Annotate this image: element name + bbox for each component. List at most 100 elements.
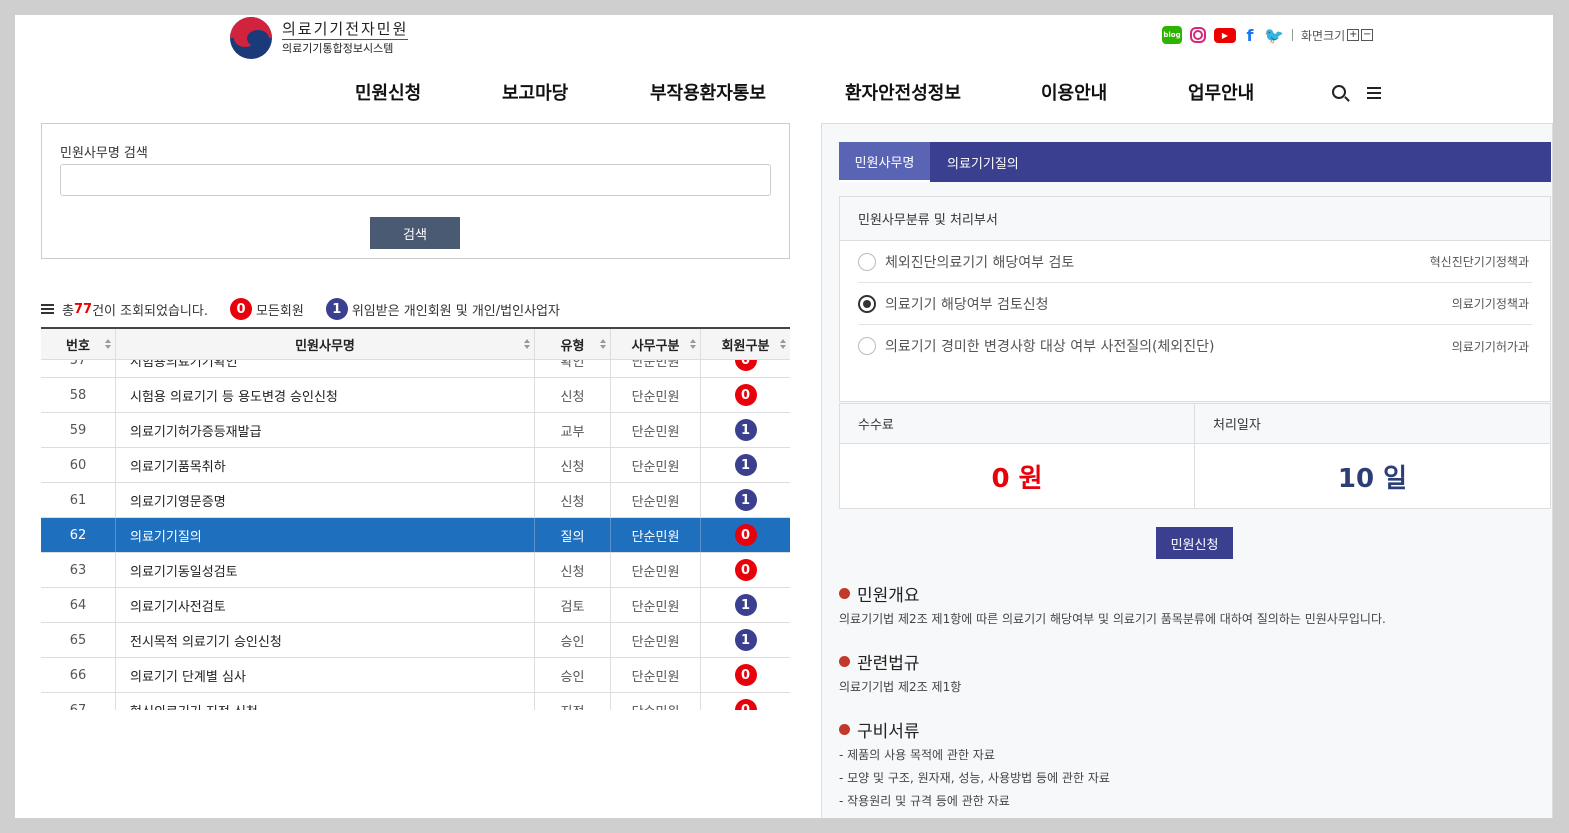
cell-type: 신청: [535, 378, 611, 412]
cell-type: 신청: [535, 553, 611, 587]
service-table[interactable]: 번호 민원사무명 유형 사무구분 회원구분 57 시험용의료기기확인 확인 단순민원 0…: [41, 327, 790, 710]
cell-no: 60: [41, 448, 116, 482]
result-prefix: 총: [62, 303, 74, 319]
nav-item-apply[interactable]: 민원신청: [355, 79, 421, 105]
cell-member: 0: [701, 658, 790, 692]
legend-badge-delegated: 1: [325, 298, 348, 320]
option-minor-change[interactable]: 의료기기 경미한 변경사항 대상 여부 사전질의(체외진단) 의료기기허가과: [858, 325, 1532, 367]
sort-icon[interactable]: [600, 339, 606, 349]
bullet-icon: [839, 587, 850, 599]
nav-item-patient-safety[interactable]: 환자안전성정보: [845, 79, 961, 105]
sort-icon[interactable]: [105, 339, 111, 349]
cell-name[interactable]: 전시목적 의료기기 승인신청: [116, 623, 535, 657]
tab-service-name[interactable]: 민원사무명: [839, 142, 930, 182]
cell-no: 63: [41, 553, 116, 587]
search-input[interactable]: [60, 164, 771, 196]
nav-item-business[interactable]: 업무안내: [1188, 79, 1254, 105]
radio-button[interactable]: [858, 252, 876, 271]
member-badge: 0: [734, 384, 757, 406]
cell-category: 단순민원: [611, 623, 701, 657]
option-dept: 의료기기허가과: [1451, 339, 1529, 354]
col-header-name[interactable]: 민원사무명: [116, 329, 535, 360]
cell-type: 교부: [535, 413, 611, 447]
option-device-check[interactable]: 의료기기 해당여부 검토신청 의료기기정책과: [858, 283, 1532, 325]
apply-button[interactable]: 민원신청: [1156, 527, 1233, 559]
legend-label-delegated: 위임받은 개인회원 및 개인/법인사업자: [351, 303, 560, 319]
fee-label: 수수료: [840, 404, 1194, 444]
sort-icon[interactable]: [690, 339, 696, 349]
member-badge: 1: [734, 594, 757, 616]
table-body: 57 시험용의료기기확인 확인 단순민원 0 58 시험용 의료기기 등 용도변경 승인신청…: [41, 343, 790, 710]
option-dept: 혁신진단기기정책과: [1429, 255, 1529, 269]
zoom-label: 화면크기: [1301, 28, 1346, 43]
documents-title: 구비서류: [857, 721, 920, 742]
option-ivd-check[interactable]: 체외진단의료기기 해당여부 검토 혁신진단기기정책과: [858, 241, 1532, 283]
cell-category: 단순민원: [611, 483, 701, 517]
search-button[interactable]: 검색: [370, 217, 460, 249]
cell-name[interactable]: 의료기기질의: [116, 518, 535, 552]
blog-icon[interactable]: blog: [1162, 26, 1182, 44]
table-row[interactable]: 61 의료기기영문증명 신청 단순민원 1: [41, 483, 790, 518]
table-row[interactable]: 67혁신의료기기 지정 신청지정단순민원 0: [41, 693, 790, 710]
instagram-icon[interactable]: [1190, 27, 1206, 43]
table-row[interactable]: 58 시험용 의료기기 등 용도변경 승인신청 신청 단순민원 0: [41, 378, 790, 413]
cell-no: 61: [41, 483, 116, 517]
member-badge: 1: [734, 419, 757, 441]
cell-name[interactable]: 의료기기사전검토: [116, 588, 535, 622]
nav-item-report[interactable]: 보고마당: [502, 79, 568, 105]
cell-name[interactable]: 의료기기허가증등재발급: [116, 413, 535, 447]
cell-type: 승인: [535, 658, 611, 692]
cell-member: 0: [701, 378, 790, 412]
legend-badge-all: 0: [229, 298, 252, 320]
site-logo[interactable]: 의료기기전자민원 의료기기통합정보시스템: [230, 15, 409, 61]
cell-member: 0: [701, 518, 790, 552]
col-header-member[interactable]: 회원구분: [701, 329, 790, 360]
facebook-icon[interactable]: f: [1244, 26, 1256, 45]
zoom-in-button[interactable]: +: [1347, 29, 1360, 41]
document-item: - 모양 및 구조, 원자재, 성능, 사용방법 등에 관한 자료: [839, 771, 1110, 785]
table-row[interactable]: 65 전시목적 의료기기 승인신청 승인 단순민원 1: [41, 623, 790, 658]
classification-title: 민원사무분류 및 처리부서: [840, 197, 1550, 241]
table-row[interactable]: 60 의료기기품목취하 신청 단순민원 1: [41, 448, 790, 483]
table-row[interactable]: 64 의료기기사전검토 검토 단순민원 1: [41, 588, 790, 623]
col-header-category[interactable]: 사무구분: [611, 329, 701, 360]
option-label: 체외진단의료기기 해당여부 검토: [885, 254, 1075, 271]
nav-item-adverse-event[interactable]: 부작용환자통보: [650, 79, 766, 105]
table-row[interactable]: 59 의료기기허가증등재발급 교부 단순민원 1: [41, 413, 790, 448]
sort-icon[interactable]: [780, 339, 786, 349]
search-icon[interactable]: [1332, 85, 1346, 99]
member-badge: 1: [734, 454, 757, 476]
law-text: 의료기기법 제2조 제1항: [839, 680, 962, 694]
hamburger-menu-icon[interactable]: [1367, 87, 1381, 99]
radio-button[interactable]: [858, 337, 876, 355]
col-header-no[interactable]: 번호: [41, 329, 116, 360]
cell-category: 단순민원: [611, 413, 701, 447]
cell-name[interactable]: 의료기기 단계별 심사: [116, 658, 535, 692]
member-badge: 1: [734, 629, 757, 651]
cell-no: 58: [41, 378, 116, 412]
col-header-type[interactable]: 유형: [535, 329, 611, 360]
cell-name[interactable]: 혁신의료기기 지정 신청: [116, 693, 535, 710]
table-row[interactable]: 66 의료기기 단계별 심사 승인 단순민원 0: [41, 658, 790, 693]
cell-member: 1: [701, 588, 790, 622]
cell-category: 단순민원: [611, 693, 701, 710]
youtube-icon[interactable]: ▶: [1214, 27, 1236, 43]
cell-no: 66: [41, 658, 116, 692]
table-header: 번호 민원사무명 유형 사무구분 회원구분: [41, 329, 790, 360]
radio-button-checked[interactable]: [858, 294, 876, 313]
cell-no: 62: [41, 518, 116, 552]
document-item: - 작용원리 및 규격 등에 관한 자료: [839, 794, 1010, 808]
cell-name[interactable]: 시험용 의료기기 등 용도변경 승인신청: [116, 378, 535, 412]
bullet-icon: [839, 655, 850, 667]
cell-name[interactable]: 의료기기품목취하: [116, 448, 535, 482]
table-row[interactable]: 63 의료기기동일성검토 신청 단순민원 0: [41, 553, 790, 588]
twitter-icon[interactable]: 🐦: [1264, 26, 1284, 45]
nav-item-guide[interactable]: 이용안내: [1041, 79, 1107, 105]
documents-list: - 제품의 사용 목적에 관한 자료 - 모양 및 구조, 원자재, 성능, 사…: [839, 744, 1110, 813]
tab-service-title[interactable]: 의료기기질의: [947, 142, 1019, 182]
zoom-out-button[interactable]: −: [1361, 29, 1374, 41]
cell-name[interactable]: 의료기기영문증명: [116, 483, 535, 517]
sort-icon[interactable]: [524, 339, 530, 349]
table-row[interactable]: 62 의료기기질의 질의 단순민원 0: [41, 518, 790, 553]
cell-name[interactable]: 의료기기동일성검토: [116, 553, 535, 587]
